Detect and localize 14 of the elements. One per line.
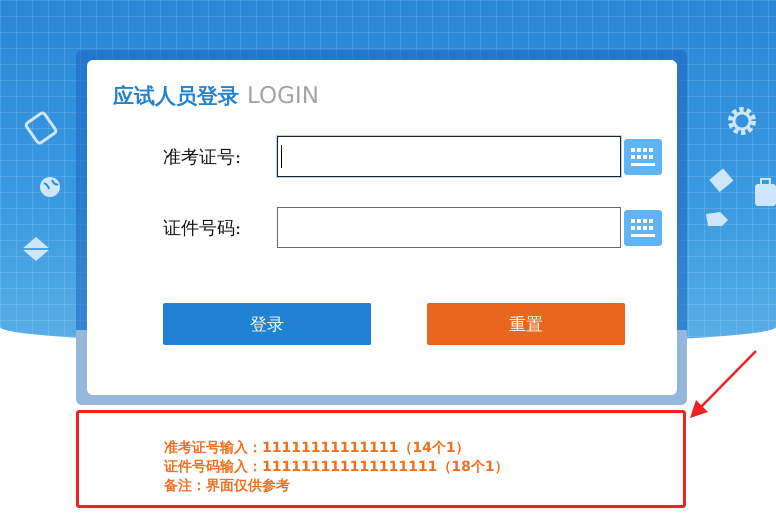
arrow-icon [688,348,760,420]
note-text: 备注：界面仅供参考 [164,477,291,496]
note-text: 证件号码输入：111111111111111111（18个1） [164,458,510,477]
login-title: 应试人员登录 [113,83,239,110]
input-field[interactable] [277,207,621,248]
briefcase-icon [754,178,776,208]
gear-icon [725,104,759,138]
field-label: 证件号码: [162,216,242,240]
field-label: 准考证号: [162,146,242,168]
reset-button[interactable]: 重置 [427,303,625,345]
login-button[interactable]: 登录 [163,303,371,345]
note-text: 准考证号输入：11111111111111（14个1） [164,439,471,458]
input-field[interactable] [277,136,621,177]
login-subtitle: LOGIN [247,83,319,109]
